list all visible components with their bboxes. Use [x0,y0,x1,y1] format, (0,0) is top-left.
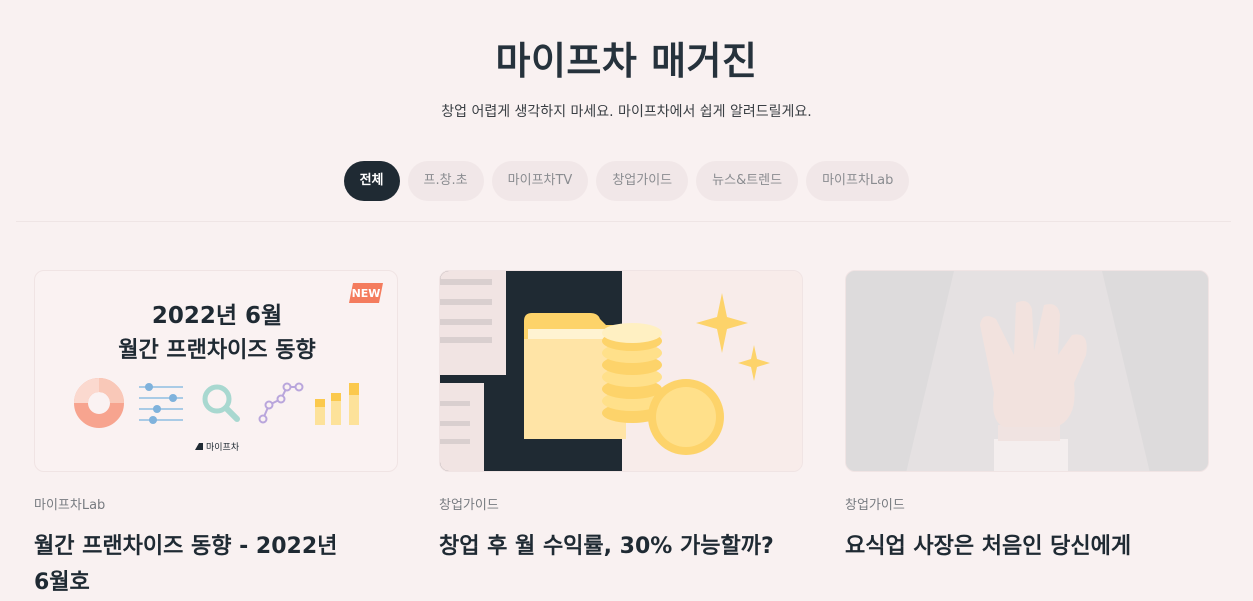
bar-chart-icon [315,383,359,425]
tab-news-trend[interactable]: 뉴스&트렌드 [696,161,799,201]
article-card[interactable]: 창업가이드 창업 후 월 수익률, 30% 가능할까? [439,270,803,565]
tab-startup-guide[interactable]: 창업가이드 [596,161,689,201]
thumb-headline-2: 월간 프랜차이즈 동향 [118,338,315,363]
article-card[interactable]: NEW 2022년 6월 월간 프랜차이즈 동향 마이프차 마이프차Lab 월간… [34,270,398,601]
page-title: 마이프차 매거진 [495,39,758,83]
article-category: 창업가이드 [845,498,905,513]
tab-pchangcho[interactable]: 프.창.초 [407,161,484,201]
divider [16,221,1231,222]
article-thumbnail[interactable]: NEW 2022년 6월 월간 프랜차이즈 동향 마이프차 [34,270,398,472]
network-graph-icon [258,382,304,424]
thumb-headline-1: 2022년 6월 [152,303,282,329]
donut-chart-icon [74,378,124,428]
folder-coins-illustration [440,271,802,471]
magnifier-icon [202,384,240,422]
article-title[interactable]: 요식업 사장은 처음인 당신에게 [845,529,1209,565]
article-title[interactable]: 창업 후 월 수익률, 30% 가능할까? [439,529,803,565]
article-thumbnail[interactable] [845,270,1209,472]
tab-myfrancha-tv[interactable]: 마이프차TV [491,161,589,201]
myfrancha-logo: 마이프차 [195,441,240,453]
page-subtitle: 창업 어렵게 생각하지 마세요. 마이프차에서 쉽게 알려드릴게요. [441,104,812,120]
article-category: 마이프차Lab [34,498,106,513]
tab-all[interactable]: 전체 [343,161,400,201]
article-card[interactable]: 창업가이드 요식업 사장은 처음인 당신에게 [845,270,1209,565]
new-badge: NEW [352,287,381,300]
sliders-icon [139,383,183,424]
coin-icon [648,379,724,455]
article-category: 창업가이드 [439,498,499,513]
article-thumbnail[interactable] [439,270,803,472]
monthly-trend-illustration: NEW 2022년 6월 월간 프랜차이즈 동향 마이프차 [74,283,383,453]
raised-hand-illustration [846,271,1208,471]
tab-myfrancha-lab[interactable]: 마이프차Lab [806,161,910,201]
page-header: 마이프차 매거진 창업 어렵게 생각하지 마세요. 마이프차에서 쉽게 알려드릴… [0,0,1253,121]
svg-text:마이프차: 마이프차 [206,441,240,453]
article-title[interactable]: 월간 프랜차이즈 동향 - 2022년 6월호 [34,529,344,601]
category-tabs: 전체 프.창.초 마이프차TV 창업가이드 뉴스&트렌드 마이프차Lab [0,161,1253,201]
